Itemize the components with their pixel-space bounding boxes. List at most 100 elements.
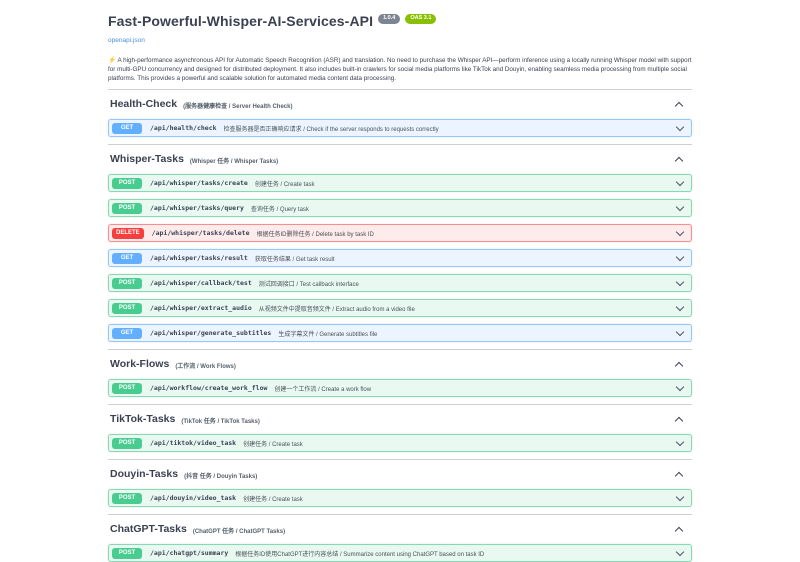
api-section-chatgpt-tasks: ChatGPT-Tasks (ChatGPT 任务 / ChatGPT Tasks… bbox=[108, 514, 692, 562]
endpoint-row-tiktok-tasks-0[interactable]: POST/api/tiktok/video_task 创建任务 / Create … bbox=[108, 434, 692, 452]
expand-chevron-icon[interactable] bbox=[676, 548, 684, 556]
api-section-douyin-tasks: Douyin-Tasks (抖音 任务 / Douyin Tasks) POST/a… bbox=[108, 459, 692, 507]
api-title-row: Fast-Powerful-Whisper-AI-Services-API 1.… bbox=[108, 13, 692, 29]
method-badge: GET bbox=[112, 123, 142, 134]
section-subtitle: (TikTok 任务 / TikTok Tasks) bbox=[181, 416, 259, 425]
endpoint-row-chatgpt-tasks-0[interactable]: POST/api/chatgpt/summary 根据任务ID使用ChatGPT进… bbox=[108, 544, 692, 562]
endpoint-path: /api/whisper/tasks/create bbox=[150, 179, 248, 187]
expand-chevron-icon[interactable] bbox=[676, 493, 684, 501]
expand-chevron-icon[interactable] bbox=[676, 383, 684, 391]
api-description: ⚡ A high-performance asynchronous API fo… bbox=[108, 56, 692, 83]
endpoint-path: /api/tiktok/video_task bbox=[150, 439, 236, 447]
section-header-douyin-tasks[interactable]: Douyin-Tasks (抖音 任务 / Douyin Tasks) bbox=[108, 465, 692, 483]
method-badge: POST bbox=[112, 203, 142, 214]
collapse-chevron-icon[interactable] bbox=[675, 156, 683, 164]
endpoint-description: 检查服务器是否正确响应请求 / Check if the server resp… bbox=[224, 124, 439, 133]
endpoint-path: /api/whisper/tasks/query bbox=[150, 204, 244, 212]
swagger-ui-page: Fast-Powerful-Whisper-AI-Services-API 1.… bbox=[108, 0, 692, 562]
section-subtitle: (工作流 / Work Flows) bbox=[175, 361, 236, 370]
section-header-work-flows[interactable]: Work-Flows (工作流 / Work Flows) bbox=[108, 355, 692, 373]
section-title: Work-Flows bbox=[110, 358, 169, 370]
endpoint-row-whisper-tasks-2[interactable]: DELETE/api/whisper/tasks/delete 根据任务ID删除任… bbox=[108, 224, 692, 242]
lightning-icon: ⚡ bbox=[108, 57, 116, 64]
endpoint-row-whisper-tasks-1[interactable]: POST/api/whisper/tasks/query 查询任务 / Query… bbox=[108, 199, 692, 217]
api-section-whisper-tasks: Whisper-Tasks (Whisper 任务 / Whisper Tasks… bbox=[108, 144, 692, 342]
expand-chevron-icon[interactable] bbox=[676, 253, 684, 261]
expand-chevron-icon[interactable] bbox=[676, 123, 684, 131]
section-subtitle: (ChatGPT 任务 / ChatGPT Tasks) bbox=[193, 526, 285, 535]
section-subtitle: (抖音 任务 / Douyin Tasks) bbox=[184, 471, 257, 480]
endpoint-row-whisper-tasks-3[interactable]: GET/api/whisper/tasks/result获取任务结果 / Get… bbox=[108, 249, 692, 267]
method-badge: POST bbox=[112, 438, 142, 449]
expand-chevron-icon[interactable] bbox=[676, 203, 684, 211]
section-header-tiktok-tasks[interactable]: TikTok-Tasks (TikTok 任务 / TikTok Tasks) bbox=[108, 410, 692, 428]
endpoint-description: 根据任务ID使用ChatGPT进行内容总结 / Summarize conten… bbox=[235, 549, 484, 558]
endpoint-path: /api/douyin/video_task bbox=[150, 494, 236, 502]
endpoint-path: /api/whisper/generate_subtitles bbox=[150, 329, 271, 337]
method-badge: POST bbox=[112, 493, 142, 504]
endpoint-row-whisper-tasks-6[interactable]: GET/api/whisper/generate_subtitles 生成字幕文件… bbox=[108, 324, 692, 342]
endpoint-row-douyin-tasks-0[interactable]: POST/api/douyin/video_task 创建任务 / Create … bbox=[108, 489, 692, 507]
api-section-health-check: Health-Check (服务器健康检查 / Server Health Che… bbox=[108, 89, 692, 137]
section-title: Douyin-Tasks bbox=[110, 468, 178, 480]
method-badge: POST bbox=[112, 548, 142, 559]
section-title: ChatGPT-Tasks bbox=[110, 523, 187, 535]
collapse-chevron-icon[interactable] bbox=[675, 361, 683, 369]
endpoint-description: 测试回调接口 / Test callback interface bbox=[259, 279, 359, 288]
collapse-chevron-icon[interactable] bbox=[675, 416, 683, 424]
method-badge: POST bbox=[112, 178, 142, 189]
endpoint-description: 创建任务 / Create task bbox=[243, 494, 303, 503]
endpoint-description: 创建任务 / Create task bbox=[255, 179, 315, 188]
expand-chevron-icon[interactable] bbox=[676, 228, 684, 236]
endpoint-path: /api/whisper/extract_audio bbox=[150, 304, 252, 312]
endpoint-description: 根据任务ID删除任务 / Delete task by task ID bbox=[257, 229, 374, 238]
api-description-text: A high-performance asynchronous API for … bbox=[108, 57, 692, 82]
section-title: Health-Check bbox=[110, 98, 177, 110]
expand-chevron-icon[interactable] bbox=[676, 178, 684, 186]
endpoint-path: /api/whisper/callback/test bbox=[150, 279, 252, 287]
endpoint-row-health-check-0[interactable]: GET/api/health/check 检查服务器是否正确响应请求 / Chec… bbox=[108, 119, 692, 137]
endpoint-path: /api/workflow/create_work_flow bbox=[150, 384, 267, 392]
version-badge: 1.0.4 bbox=[378, 14, 400, 24]
section-header-health-check[interactable]: Health-Check (服务器健康检查 / Server Health Che… bbox=[108, 95, 692, 113]
api-section-tiktok-tasks: TikTok-Tasks (TikTok 任务 / TikTok Tasks) PO… bbox=[108, 404, 692, 452]
expand-chevron-icon[interactable] bbox=[676, 303, 684, 311]
section-title: Whisper-Tasks bbox=[110, 153, 184, 165]
section-header-whisper-tasks[interactable]: Whisper-Tasks (Whisper 任务 / Whisper Tasks… bbox=[108, 150, 692, 168]
openapi-spec-link[interactable]: openapi.json bbox=[108, 37, 145, 44]
api-info-block: Fast-Powerful-Whisper-AI-Services-API 1.… bbox=[108, 13, 692, 83]
endpoint-row-work-flows-0[interactable]: POST/api/workflow/create_work_flow 创建一个工作… bbox=[108, 379, 692, 397]
endpoint-description: 创建任务 / Create task bbox=[243, 439, 303, 448]
api-sections: Health-Check (服务器健康检查 / Server Health Che… bbox=[108, 89, 692, 562]
method-badge: DELETE bbox=[112, 228, 144, 239]
expand-chevron-icon[interactable] bbox=[676, 438, 684, 446]
oas-badge: OAS 3.1 bbox=[405, 14, 436, 24]
endpoint-description: 生成字幕文件 / Generate subtitles file bbox=[278, 329, 377, 338]
section-subtitle: (Whisper 任务 / Whisper Tasks) bbox=[190, 156, 278, 165]
section-title: TikTok-Tasks bbox=[110, 413, 175, 425]
endpoint-path: /api/whisper/tasks/result bbox=[150, 254, 248, 262]
section-header-chatgpt-tasks[interactable]: ChatGPT-Tasks (ChatGPT 任务 / ChatGPT Tasks… bbox=[108, 520, 692, 538]
expand-chevron-icon[interactable] bbox=[676, 328, 684, 336]
endpoint-row-whisper-tasks-5[interactable]: POST/api/whisper/extract_audio 从视频文件中提取音频… bbox=[108, 299, 692, 317]
collapse-chevron-icon[interactable] bbox=[675, 101, 683, 109]
page-title: Fast-Powerful-Whisper-AI-Services-API bbox=[108, 13, 373, 29]
method-badge: GET bbox=[112, 328, 142, 339]
collapse-chevron-icon[interactable] bbox=[675, 471, 683, 479]
method-badge: POST bbox=[112, 278, 142, 289]
section-subtitle: (服务器健康检查 / Server Health Check) bbox=[183, 101, 292, 110]
endpoint-path: /api/chatgpt/summary bbox=[150, 549, 228, 557]
method-badge: GET bbox=[112, 253, 142, 264]
collapse-chevron-icon[interactable] bbox=[675, 526, 683, 534]
endpoint-path: /api/health/check bbox=[150, 124, 217, 132]
endpoint-row-whisper-tasks-4[interactable]: POST/api/whisper/callback/test 测试回调接口 / T… bbox=[108, 274, 692, 292]
endpoint-description: 创建一个工作流 / Create a work flow bbox=[274, 384, 371, 393]
method-badge: POST bbox=[112, 303, 142, 314]
endpoint-path: /api/whisper/tasks/delete bbox=[152, 229, 250, 237]
method-badge: POST bbox=[112, 383, 142, 394]
api-section-work-flows: Work-Flows (工作流 / Work Flows) POST/api/wor… bbox=[108, 349, 692, 397]
endpoint-row-whisper-tasks-0[interactable]: POST/api/whisper/tasks/create 创建任务 / Crea… bbox=[108, 174, 692, 192]
expand-chevron-icon[interactable] bbox=[676, 278, 684, 286]
endpoint-description: 从视频文件中提取音频文件 / Extract audio from a vide… bbox=[259, 304, 415, 313]
endpoint-description: 查询任务 / Query task bbox=[251, 204, 309, 213]
